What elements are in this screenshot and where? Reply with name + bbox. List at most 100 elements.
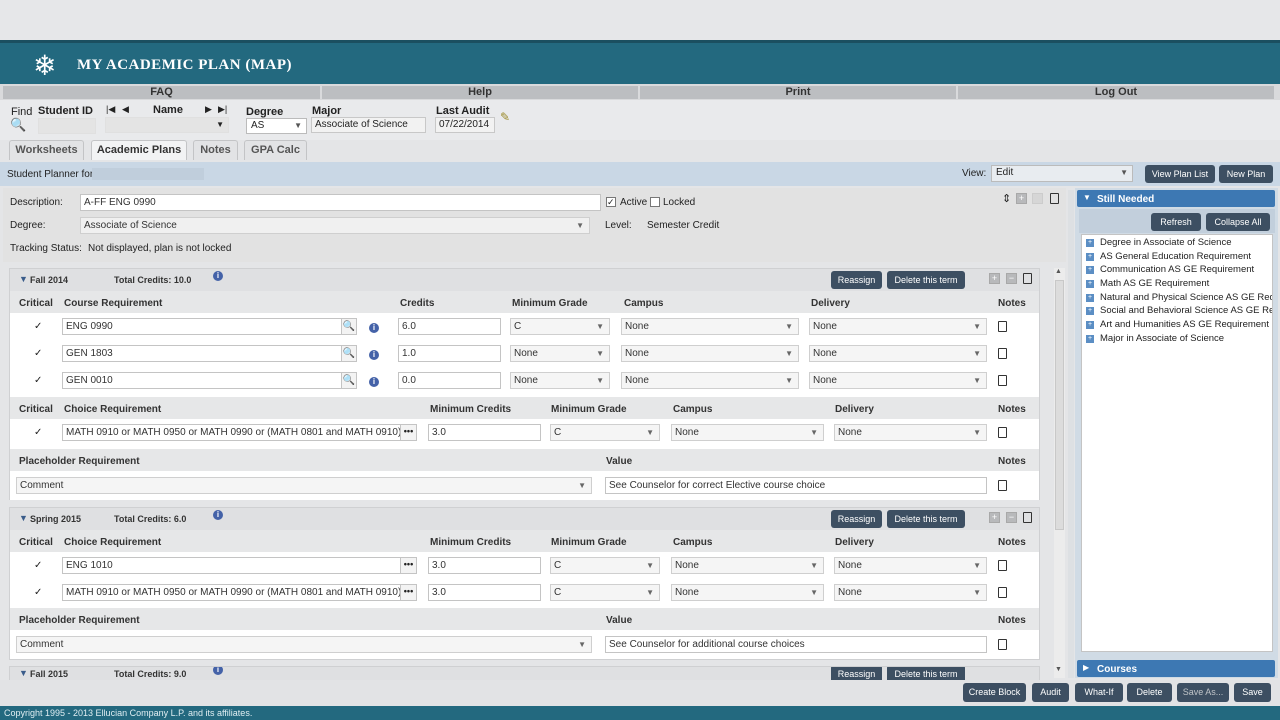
min-grade-select[interactable]: C ▼	[550, 584, 660, 601]
note-icon[interactable]	[1050, 193, 1059, 204]
note-icon[interactable]	[998, 321, 1007, 332]
still-needed-item[interactable]: + Art and Humanities AS GE Requirement	[1082, 318, 1272, 332]
min-grade-select[interactable]: None ▼	[510, 345, 610, 362]
expand-plus-icon[interactable]: +	[1086, 266, 1094, 275]
note-icon[interactable]	[998, 348, 1007, 359]
search-icon[interactable]: 🔍	[341, 318, 357, 335]
course-input[interactable]: ENG 0990	[62, 318, 342, 335]
min-grade-select[interactable]: C ▼	[550, 557, 660, 574]
note-icon[interactable]	[998, 375, 1007, 386]
description-input[interactable]: A-FF ENG 0990	[80, 194, 601, 211]
delete-term-button[interactable]: Delete this term	[887, 510, 965, 528]
view-plan-list-button[interactable]: View Plan List	[1145, 165, 1215, 183]
note-icon[interactable]	[998, 639, 1007, 650]
remove-term-icon[interactable]	[1032, 193, 1043, 204]
still-needed-item[interactable]: + AS General Education Requirement	[1082, 250, 1272, 264]
delivery-select[interactable]: None ▼	[834, 584, 987, 601]
info-icon[interactable]: i	[369, 377, 379, 387]
more-icon[interactable]: •••	[400, 424, 417, 441]
expand-plus-icon[interactable]: +	[1086, 334, 1094, 343]
campus-select[interactable]: None ▼	[621, 318, 799, 335]
collapse-all-button[interactable]: Collapse All	[1206, 213, 1270, 231]
menu-print[interactable]: Print	[640, 86, 956, 99]
audit-check-icon[interactable]: ✎	[500, 110, 510, 124]
prev-record-icon[interactable]: ◀	[122, 104, 129, 115]
campus-select[interactable]: None ▼	[621, 372, 799, 389]
choice-input[interactable]: ENG 1010	[62, 557, 402, 574]
first-record-icon[interactable]: |◀	[106, 104, 115, 115]
campus-select[interactable]: None ▼	[671, 557, 824, 574]
min-credits-input[interactable]: 3.0	[428, 557, 541, 574]
credits-input[interactable]: 6.0	[398, 318, 501, 335]
delete-term-button[interactable]: Delete this term	[887, 667, 965, 680]
critical-checkbox[interactable]: ✓	[34, 349, 44, 359]
create-block-button[interactable]: Create Block	[963, 683, 1026, 702]
degree-select[interactable]: Associate of Science ▼	[80, 217, 590, 234]
choice-input[interactable]: MATH 0910 or MATH 0950 or MATH 0990 or (…	[62, 584, 402, 601]
placeholder-value-input[interactable]: See Counselor for correct Elective cours…	[605, 477, 987, 494]
critical-checkbox[interactable]: ✓	[34, 322, 44, 332]
delete-term-button[interactable]: Delete this term	[887, 271, 965, 289]
tab-notes[interactable]: Notes	[193, 140, 238, 160]
min-grade-select[interactable]: None ▼	[510, 372, 610, 389]
search-icon[interactable]: 🔍	[341, 372, 357, 389]
min-credits-input[interactable]: 3.0	[428, 424, 541, 441]
note-icon[interactable]	[1023, 512, 1032, 523]
info-icon[interactable]: i	[213, 667, 223, 675]
active-checkbox[interactable]: ✓	[606, 197, 616, 207]
reassign-button[interactable]: Reassign	[831, 667, 882, 680]
course-input[interactable]: GEN 0010	[62, 372, 342, 389]
critical-checkbox[interactable]: ✓	[34, 561, 44, 571]
still-needed-item[interactable]: + Major in Associate of Science	[1082, 332, 1272, 346]
reassign-button[interactable]: Reassign	[831, 510, 882, 528]
min-grade-select[interactable]: C ▼	[510, 318, 610, 335]
still-needed-item[interactable]: + Degree in Associate of Science	[1082, 236, 1272, 250]
more-icon[interactable]: •••	[400, 557, 417, 574]
note-icon[interactable]	[998, 560, 1007, 571]
name-select[interactable]: ▼	[105, 117, 229, 133]
note-icon[interactable]	[998, 480, 1007, 491]
campus-select[interactable]: None ▼	[671, 584, 824, 601]
delivery-select[interactable]: None ▼	[809, 345, 987, 362]
refresh-button[interactable]: Refresh	[1151, 213, 1201, 231]
more-icon[interactable]: •••	[400, 584, 417, 601]
scroll-thumb[interactable]	[1055, 280, 1064, 530]
last-record-icon[interactable]: ▶|	[218, 104, 227, 115]
credits-input[interactable]: 1.0	[398, 345, 501, 362]
tab-worksheets[interactable]: Worksheets	[9, 140, 84, 160]
tab-gpa-calc[interactable]: GPA Calc	[244, 140, 307, 160]
expand-plus-icon[interactable]: +	[1086, 239, 1094, 247]
tab-academic-plans[interactable]: Academic Plans	[91, 140, 187, 160]
next-record-icon[interactable]: ▶	[205, 104, 212, 115]
expand-plus-icon[interactable]: +	[1086, 280, 1094, 289]
minus-icon[interactable]: −	[1006, 273, 1017, 284]
add-term-icon[interactable]: +	[1016, 193, 1027, 204]
credits-input[interactable]: 0.0	[398, 372, 501, 389]
min-grade-select[interactable]: C ▼	[550, 424, 660, 441]
placeholder-select[interactable]: Comment ▼	[16, 636, 592, 653]
save-as-button[interactable]: Save As...	[1177, 683, 1229, 702]
scroll-down-icon[interactable]: ▼	[1055, 666, 1062, 673]
collapse-icon[interactable]: ▼	[19, 668, 28, 678]
student-id-field[interactable]	[38, 118, 96, 134]
still-needed-header[interactable]: ▼ Still Needed	[1077, 190, 1275, 207]
delivery-select[interactable]: None ▼	[809, 372, 987, 389]
menu-logout[interactable]: Log Out	[958, 86, 1274, 99]
audit-button[interactable]: Audit	[1032, 683, 1069, 702]
degree-select[interactable]: AS ▼	[246, 118, 307, 134]
main-scrollbar[interactable]: ▲ ▼	[1054, 268, 1065, 678]
placeholder-value-input[interactable]: See Counselor for additional course choi…	[605, 636, 987, 653]
splitter[interactable]	[1068, 190, 1074, 678]
critical-checkbox[interactable]: ✓	[34, 376, 44, 386]
what-if-button[interactable]: What-If	[1075, 683, 1123, 702]
course-input[interactable]: GEN 1803	[62, 345, 342, 362]
placeholder-select[interactable]: Comment ▼	[16, 477, 592, 494]
menu-faq[interactable]: FAQ	[3, 86, 320, 99]
campus-select[interactable]: None ▼	[621, 345, 799, 362]
note-icon[interactable]	[998, 587, 1007, 598]
note-icon[interactable]	[998, 427, 1007, 438]
still-needed-item[interactable]: + Math AS GE Requirement	[1082, 277, 1272, 291]
expand-plus-icon[interactable]: +	[1086, 252, 1094, 261]
expand-icon[interactable]: ⇕	[1002, 192, 1011, 205]
info-icon[interactable]: i	[369, 350, 379, 360]
